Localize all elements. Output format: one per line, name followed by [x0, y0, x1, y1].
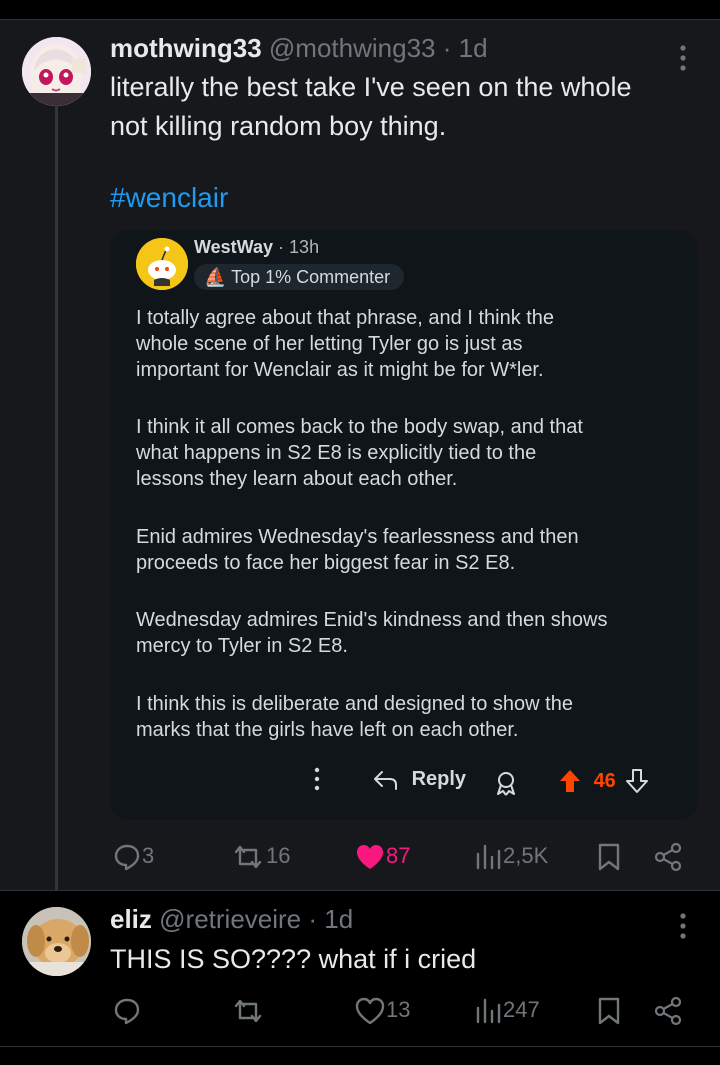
- avatar-mothwing33[interactable]: [22, 37, 91, 106]
- more-options-icon[interactable]: [676, 44, 690, 72]
- post-time[interactable]: · 1d: [308, 904, 353, 934]
- author-handle[interactable]: @mothwing33: [269, 33, 436, 63]
- share-icon[interactable]: [652, 996, 684, 1026]
- author-name[interactable]: mothwing33: [110, 33, 262, 63]
- dog-avatar-icon: [22, 907, 91, 976]
- snoo-avatar-icon: [136, 238, 188, 290]
- author-name[interactable]: eliz: [110, 904, 152, 934]
- comment-line: whole scene of her letting Tyler go is j…: [136, 333, 523, 355]
- views-chart-icon: [476, 998, 501, 1024]
- reply-icon: [114, 998, 140, 1025]
- views-action[interactable]: 2,5K: [473, 842, 548, 872]
- tweet1-header: mothwing33 @mothwing33 · 1d: [110, 33, 488, 64]
- comment-paragraph-2: I think it all comes back to the body sw…: [136, 414, 676, 492]
- reply-action[interactable]: [112, 996, 142, 1026]
- retweet-count: 16: [266, 842, 291, 868]
- downvote-icon: [626, 769, 649, 793]
- comment-paragraph-3: Enid admires Wednesday's fearlessness an…: [136, 524, 676, 576]
- views-action[interactable]: 247: [473, 996, 540, 1026]
- comment-author-name: WestWay: [194, 237, 274, 257]
- comment-votes: 46: [558, 768, 649, 794]
- award-icon: [493, 770, 519, 802]
- view-count: 2,5K: [503, 842, 549, 868]
- author-handle[interactable]: @retrieveire: [159, 904, 301, 934]
- reply-action[interactable]: 3: [112, 842, 154, 872]
- like-action[interactable]: 87: [354, 842, 410, 872]
- comment-line: I think it all comes back to the body sw…: [136, 416, 583, 438]
- comment-time: · 13h: [278, 237, 320, 257]
- comment-line: mercy to Tyler in S2 E8.: [136, 635, 348, 657]
- retweet-icon: [234, 999, 262, 1023]
- comment-line: Enid admires Wednesday's fearlessness an…: [136, 526, 579, 548]
- views-chart-icon: [476, 844, 501, 870]
- comment-reply-button: Reply: [372, 768, 466, 791]
- comment-author: WestWay · 13h: [194, 237, 319, 258]
- comment-paragraph-5: I think this is deliberate and designed …: [136, 691, 676, 743]
- reply-label: Reply: [411, 768, 467, 791]
- comment-line: what happens in S2 E8 is explicitly tied…: [136, 442, 537, 464]
- comment-line: lessons they learn about each other.: [136, 468, 458, 490]
- tweet1-text-line1: literally the best take I've seen on the…: [110, 72, 632, 102]
- commenter-badge: ⛵ Top 1% Commenter: [194, 264, 405, 290]
- like-count: 13: [386, 996, 411, 1022]
- more-options-icon[interactable]: [676, 912, 690, 940]
- upvote-icon: [560, 770, 580, 792]
- like-count: 87: [386, 842, 411, 868]
- heart-filled-icon: [357, 845, 383, 869]
- tweet2-text: THIS IS SO???? what if i cried: [110, 944, 477, 974]
- retweet-action[interactable]: 16: [230, 842, 290, 872]
- bookmark-icon[interactable]: [596, 996, 622, 1026]
- reply-count: 3: [142, 842, 155, 868]
- anime-avatar-icon: [22, 37, 91, 106]
- like-action[interactable]: 13: [354, 996, 410, 1026]
- bottom-divider: [0, 1046, 720, 1047]
- view-count: 247: [503, 996, 540, 1022]
- comment-line: Wednesday admires Enid's kindness and th…: [136, 609, 608, 631]
- share-icon[interactable]: [652, 842, 684, 872]
- comment-line: important for Wenclair as it might be fo…: [136, 359, 544, 381]
- retweet-icon: [234, 845, 262, 869]
- vote-count: 46: [593, 769, 616, 792]
- comment-more-icon: [312, 766, 322, 798]
- post-time[interactable]: · 1d: [443, 33, 488, 63]
- thread-connector-line: [55, 92, 58, 900]
- top-divider: [0, 0, 720, 20]
- reply-icon: [114, 844, 140, 871]
- comment-paragraph-4: Wednesday admires Enid's kindness and th…: [136, 607, 676, 659]
- comment-line: I totally agree about that phrase, and I…: [136, 307, 555, 329]
- comment-line: proceeds to face her biggest fear in S2 …: [136, 552, 516, 574]
- avatar-eliz[interactable]: [22, 907, 91, 976]
- comment-line: I think this is deliberate and designed …: [136, 693, 573, 715]
- reply-arrow-icon: [374, 770, 397, 790]
- badge-icon: ⛵: [204, 267, 227, 287]
- comment-line: marks that the girls have left on each o…: [136, 719, 519, 741]
- embedded-comment-image[interactable]: WestWay · 13h ⛵ Top 1% Commenter I total…: [110, 230, 698, 820]
- tweet2-header: eliz @retrieveire · 1d: [110, 904, 353, 935]
- comment-paragraph-1: I totally agree about that phrase, and I…: [136, 305, 676, 383]
- bookmark-icon[interactable]: [596, 842, 622, 872]
- heart-outline-icon: [355, 997, 385, 1025]
- retweet-action[interactable]: [230, 996, 266, 1026]
- tweet1-text-line2: not killing random boy thing.: [110, 111, 447, 141]
- hashtag-link[interactable]: #wenclair: [110, 182, 228, 214]
- badge-label: Top 1% Commenter: [231, 267, 391, 287]
